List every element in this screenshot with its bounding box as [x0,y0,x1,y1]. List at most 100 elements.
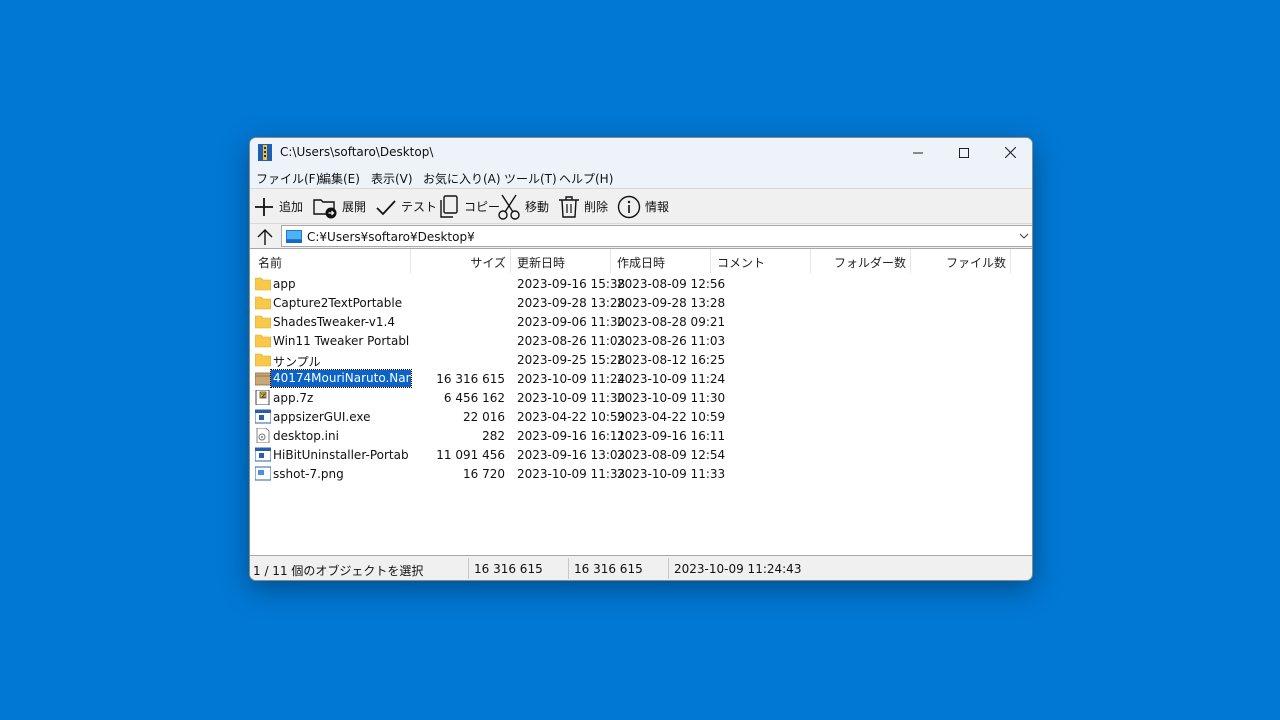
exe-icon [255,409,271,424]
file-modified: 2023-09-28 13:28 [517,296,626,310]
file-size: 22 016 [463,410,505,424]
file-size: 6 456 162 [443,391,505,405]
file-created: 2023-09-16 16:11 [617,429,726,443]
folder-icon [255,315,271,329]
file-name: appsizerGUI.exe [273,410,371,424]
column-header-modified[interactable]: 更新日時 [511,249,611,273]
minimize-button[interactable] [895,138,941,167]
file-row[interactable]: サンプル 2023-09-25 15:28 2023-08-12 16:25 [250,350,1032,369]
file-name: app [273,277,296,291]
file-row-selected[interactable]: 40174MouriNaruto.Nan... 16 316 615 2023-… [250,369,1032,388]
file-modified: 2023-08-26 11:03 [517,334,626,348]
file-modified: 2023-09-16 13:03 [517,448,626,462]
info-button[interactable]: 情報 [617,190,669,223]
file-name: Win11 Tweaker Portable... [273,334,409,348]
status-divider [468,558,469,579]
file-name: HiBitUninstaller-Portabl... [273,448,409,462]
status-divider [568,558,569,579]
address-path: C:¥Users¥softaro¥Desktop¥ [307,230,475,244]
address-row: C:¥Users¥softaro¥Desktop¥ [250,224,1032,248]
file-name: 40174MouriNaruto.Nan... [270,369,412,388]
archive-file-icon [255,390,270,405]
menu-view[interactable]: 表示(V) [371,170,413,187]
column-header-created[interactable]: 作成日時 [611,249,711,273]
test-label: テスト [401,200,438,214]
file-row[interactable]: Win11 Tweaker Portable... 2023-08-26 11:… [250,331,1032,350]
file-created: 2023-08-09 12:56 [617,277,726,291]
menu-tools[interactable]: ツール(T) [504,170,557,187]
column-header-files[interactable]: ファイル数 [911,249,1011,273]
file-row[interactable]: app 2023-09-16 15:38 2023-08-09 12:56 [250,274,1032,293]
app-window: C:\Users\softaro\Desktop\ ファイル(F) 編集(E) … [249,137,1033,581]
desktop-icon [286,230,302,243]
file-created: 2023-08-28 09:21 [617,315,726,329]
file-row[interactable]: appsizerGUI.exe 22 016 2023-04-22 10:59 … [250,407,1032,426]
file-size: 16 720 [463,467,505,481]
folder-icon [255,277,271,291]
minimize-icon [913,152,923,153]
file-name: sshot-7.png [273,467,344,481]
plus-icon [255,197,273,216]
move-button[interactable]: 移動 [497,190,549,223]
maximize-icon [959,147,969,158]
file-created: 2023-10-09 11:24 [617,372,726,386]
title-bar[interactable]: C:\Users\softaro\Desktop\ [250,138,1032,167]
file-row[interactable]: ShadesTweaker-v1.4 2023-09-06 11:30 2023… [250,312,1032,331]
toolbar: 追加 展開 テスト コピー 移動 削除 情報 [250,188,1032,224]
file-modified: 2023-09-06 11:30 [517,315,626,329]
file-name: app.7z [273,391,314,405]
column-header-comment[interactable]: コメント [711,249,811,273]
file-row[interactable]: Capture2TextPortable 2023-09-28 13:28 20… [250,293,1032,312]
archive-app-icon [258,144,272,161]
file-size: 16 316 615 [436,372,505,386]
status-bar: 1 / 11 個のオブジェクトを選択 16 316 615 16 316 615… [250,556,1032,580]
file-created: 2023-08-12 16:25 [617,353,726,367]
column-header-folders[interactable]: フォルダー数 [811,249,911,273]
folder-icon [255,353,271,367]
file-modified: 2023-09-25 15:28 [517,353,626,367]
menu-help[interactable]: ヘルプ(H) [559,170,613,187]
menu-file[interactable]: ファイル(F) [256,170,320,187]
delete-label: 削除 [584,200,609,214]
file-modified: 2023-09-16 15:38 [517,277,626,291]
settings-file-icon [256,428,270,443]
menu-favorites[interactable]: お気に入り(A) [423,170,501,187]
file-row[interactable]: sshot-7.png 16 720 2023-10-09 11:33 2023… [250,464,1032,483]
file-modified: 2023-10-09 11:30 [517,391,626,405]
add-label: 追加 [279,200,304,214]
maximize-button[interactable] [941,138,987,167]
file-modified: 2023-10-09 11:24 [517,372,626,386]
chevron-down-icon[interactable] [1019,231,1029,241]
file-modified: 2023-04-22 10:59 [517,410,626,424]
file-created: 2023-10-09 11:30 [617,391,726,405]
file-created: 2023-10-09 11:33 [617,467,726,481]
delete-button[interactable]: 削除 [558,190,608,223]
status-divider [668,558,669,579]
menu-edit[interactable]: 編集(E) [319,170,360,187]
window-title: C:\Users\softaro\Desktop\ [280,145,434,159]
file-size: 282 [482,429,505,443]
file-row[interactable]: app.7z 6 456 162 2023-10-09 11:30 2023-1… [250,388,1032,407]
file-list[interactable]: 名前 サイズ 更新日時 作成日時 コメント フォルダー数 ファイル数 app 2… [250,248,1032,556]
file-created: 2023-09-28 13:28 [617,296,726,310]
file-name: サンプル [273,355,321,369]
trash-icon [559,195,579,218]
info-label: 情報 [645,200,670,214]
copy-button[interactable]: コピー [438,190,500,223]
status-size-total: 16 316 615 [474,562,543,576]
add-button[interactable]: 追加 [253,190,303,223]
file-row[interactable]: desktop.ini 282 2023-09-16 16:11 2023-09… [250,426,1032,445]
copy-label: コピー [464,200,501,214]
column-header-size[interactable]: サイズ [411,249,511,273]
up-folder-button[interactable] [252,226,278,248]
file-row[interactable]: HiBitUninstaller-Portabl... 11 091 456 2… [250,445,1032,464]
test-button[interactable]: テスト [375,190,437,223]
file-created: 2023-08-26 11:03 [617,334,726,348]
file-name: Capture2TextPortable [273,296,403,310]
address-bar[interactable]: C:¥Users¥softaro¥Desktop¥ [281,225,1032,247]
package-icon [255,372,271,386]
copy-icon [440,194,458,218]
column-header-name[interactable]: 名前 [250,249,411,273]
extract-button[interactable]: 展開 [312,190,366,223]
close-button[interactable] [987,138,1032,167]
